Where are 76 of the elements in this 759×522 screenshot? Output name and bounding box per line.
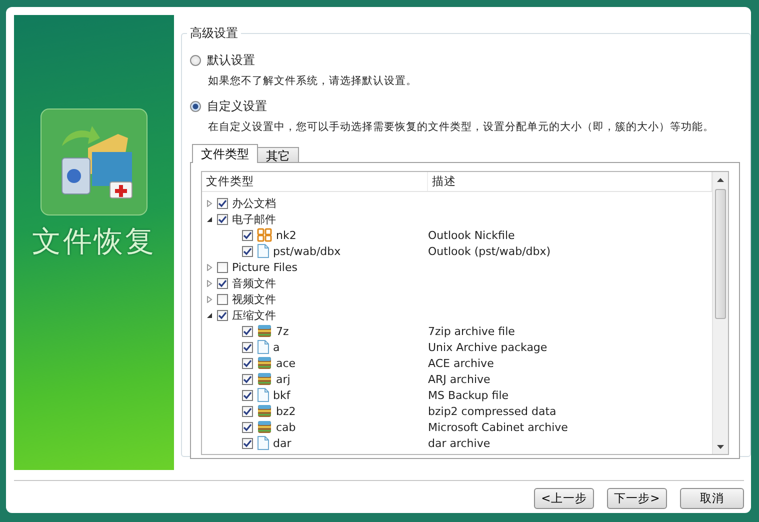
- file-type-label: cab: [276, 420, 296, 434]
- option-label: 默认设置: [207, 52, 255, 68]
- checkbox[interactable]: [242, 390, 253, 400]
- archive-icon: [257, 324, 272, 338]
- document-icon: [257, 244, 269, 258]
- description-cell: Unix Archive package: [428, 340, 548, 354]
- checkbox[interactable]: [242, 374, 253, 384]
- option-label: 自定义设置: [207, 98, 267, 114]
- radio-button[interactable]: [190, 54, 201, 66]
- checkbox[interactable]: [217, 198, 228, 208]
- file-type-label: a: [273, 340, 280, 354]
- checkbox[interactable]: [217, 294, 228, 304]
- document-icon: [257, 340, 269, 354]
- description-cell: ACE archive: [428, 356, 494, 370]
- description-cell: Outlook (pst/wab/dbx): [428, 244, 551, 258]
- description-cell: ARJ archive: [428, 372, 490, 386]
- sidebar-title: 文件恢复: [32, 223, 156, 260]
- radio-button[interactable]: [190, 100, 201, 112]
- option-description: 在自定义设置中，您可以手动选择需要恢复的文件类型，设置分配单元的大小（即，簇的大小）等功能。: [208, 120, 715, 134]
- wizard-button[interactable]: <上一步: [534, 488, 594, 509]
- description-cell: dar archive: [428, 436, 490, 450]
- file-type-label: pst/wab/dbx: [273, 244, 341, 258]
- collapse-arrow-icon[interactable]: [206, 216, 213, 222]
- file-type-label: dar: [273, 436, 292, 450]
- archive-icon: [257, 404, 272, 418]
- checkbox[interactable]: [217, 278, 228, 288]
- group-title: 高级设置: [189, 25, 239, 42]
- scroll-thumb[interactable]: [715, 189, 726, 319]
- expand-arrow-icon[interactable]: [206, 200, 213, 206]
- checkbox[interactable]: [242, 326, 253, 336]
- option-description: 如果您不了解文件系统，请选择默认设置。: [208, 74, 418, 88]
- checkbox[interactable]: [242, 406, 253, 416]
- checkbox[interactable]: [242, 358, 253, 368]
- checkbox[interactable]: [217, 262, 228, 272]
- wizard-button[interactable]: 取消: [680, 488, 744, 509]
- category-label: 压缩文件: [232, 308, 276, 322]
- checkbox[interactable]: [242, 422, 253, 432]
- scroll-up-icon[interactable]: [717, 178, 724, 182]
- checkbox[interactable]: [242, 246, 253, 256]
- scroll-down-icon[interactable]: [717, 444, 724, 448]
- description-cell: Microsoft Cabinet archive: [428, 420, 568, 434]
- expand-arrow-icon[interactable]: [206, 264, 213, 270]
- tab[interactable]: 文件类型: [192, 144, 258, 163]
- contacts-icon: [257, 228, 272, 242]
- archive-icon: [257, 372, 272, 386]
- category-label: 办公文档: [232, 196, 276, 210]
- category-label: 视频文件: [232, 292, 276, 306]
- tab[interactable]: 其它: [257, 147, 299, 163]
- file-type-label: arj: [276, 372, 290, 386]
- expand-arrow-icon[interactable]: [206, 280, 213, 286]
- scrollbar[interactable]: [712, 172, 728, 454]
- collapse-arrow-icon[interactable]: [206, 312, 213, 318]
- description-cell: bzip2 compressed data: [428, 404, 556, 418]
- checkbox[interactable]: [242, 230, 253, 240]
- description-cell: MS Backup file: [428, 388, 509, 402]
- checkbox[interactable]: [217, 214, 228, 224]
- description-cell: Outlook Nickfile: [428, 228, 515, 242]
- expand-arrow-icon[interactable]: [206, 296, 213, 302]
- category-label: 电子邮件: [232, 212, 276, 226]
- category-label: Picture Files: [232, 260, 298, 274]
- checkbox[interactable]: [217, 310, 228, 320]
- archive-icon: [257, 420, 272, 434]
- description-cell: 7zip archive file: [428, 324, 515, 338]
- wizard-button[interactable]: 下一步>: [607, 488, 667, 509]
- archive-icon: [257, 356, 272, 370]
- file-type-label: bkf: [273, 388, 290, 402]
- checkbox[interactable]: [242, 438, 253, 448]
- file-type-label: 7z: [276, 324, 289, 338]
- document-icon: [257, 388, 269, 402]
- file-type-label: ace: [276, 356, 296, 370]
- document-icon: [257, 436, 269, 450]
- file-type-label: bz2: [276, 404, 296, 418]
- category-label: 音频文件: [232, 276, 276, 290]
- file-type-label: nk2: [276, 228, 296, 242]
- column-header[interactable]: 文件类型: [202, 172, 428, 191]
- checkbox[interactable]: [242, 342, 253, 352]
